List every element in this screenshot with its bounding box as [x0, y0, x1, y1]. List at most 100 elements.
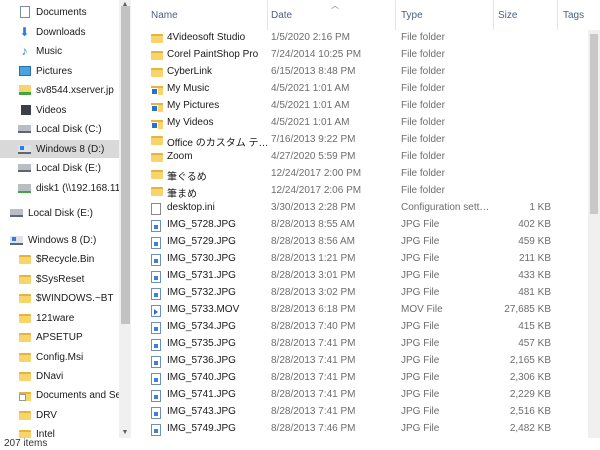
file-row[interactable]: IMG_5728.JPG 8/28/2013 8:55 AM JPG File 402…	[131, 217, 600, 234]
sidebar-item[interactable]: Local Disk (E:)	[0, 159, 119, 177]
sidebar-item-label: sv8544.xserver.jp	[36, 84, 114, 96]
column-tags[interactable]: Tags	[563, 10, 584, 21]
file-size: 27,685 KB	[504, 304, 551, 315]
file-row[interactable]: IMG_5729.JPG 8/28/2013 8:56 AM JPG File 459…	[131, 234, 600, 251]
file-type: Configuration sett…	[401, 202, 490, 213]
file-size: 481 KB	[518, 287, 551, 298]
file-type: JPG File	[401, 270, 440, 281]
sidebar-item-label: DRV	[36, 409, 57, 421]
file-row[interactable]: 筆ぐるめ 12/24/2017 2:00 PM File folder	[131, 166, 600, 183]
file-row[interactable]: Zoom 4/27/2020 5:59 PM File folder	[131, 149, 600, 166]
column-type[interactable]: Type	[401, 10, 423, 21]
folder-icon	[151, 169, 163, 180]
sidebar-item[interactable]: sv8544.xserver.jp	[0, 81, 119, 99]
file-row[interactable]: 筆まめ 12/24/2017 2:06 PM File folder	[131, 183, 600, 200]
column-divider[interactable]	[395, 0, 396, 30]
file-row[interactable]: IMG_5734.JPG 8/28/2013 7:40 PM JPG File 415…	[131, 319, 600, 336]
sidebar-item[interactable]: Pictures	[0, 62, 119, 80]
sidebar-item[interactable]: 121ware	[0, 309, 119, 327]
sidebar-item-label: Intel	[36, 428, 55, 439]
file-row[interactable]: IMG_5730.JPG 8/28/2013 1:21 PM JPG File 211…	[131, 251, 600, 268]
file-row[interactable]: IMG_5732.JPG 8/28/2013 3:02 PM JPG File 481…	[131, 285, 600, 302]
sidebar-item[interactable]: APSETUP	[0, 328, 119, 346]
file-row[interactable]: CyberLink 6/15/2013 8:48 PM File folder	[131, 64, 600, 81]
sidebar-item[interactable]: Local Disk (C:)	[0, 120, 119, 138]
sidebar-item[interactable]: Local Disk (E:)	[0, 204, 119, 222]
sidebar-item[interactable]: Windows 8 (D:)	[0, 140, 119, 158]
sidebar-item[interactable]: $WINDOWS.~BT	[0, 289, 119, 307]
file-name: CyberLink	[167, 66, 213, 77]
file-row[interactable]: My Music 4/5/2021 1:01 AM File folder	[131, 81, 600, 98]
file-row[interactable]: desktop.ini 3/30/2013 2:28 PM Configuratio…	[131, 200, 600, 217]
sidebar-item-label: DNavi	[36, 370, 64, 382]
image-file-icon	[151, 237, 163, 249]
column-size[interactable]: Size	[498, 10, 517, 21]
sidebar-scroll-down-icon[interactable]: ▼	[119, 428, 131, 438]
sidebar-item[interactable]: Windows 8 (D:)	[0, 231, 119, 249]
sidebar-item[interactable]: $Recycle.Bin	[0, 250, 119, 268]
sidebar-item-label: 121ware	[36, 312, 75, 324]
folder-icon	[18, 273, 31, 285]
sidebar-item-label: Pictures	[36, 65, 73, 77]
file-type: File folder	[401, 66, 445, 77]
file-name: IMG_5729.JPG	[167, 236, 236, 247]
file-type: JPG File	[401, 236, 440, 247]
file-row[interactable]: IMG_5743.JPG 8/28/2013 7:41 PM JPG File 2,5…	[131, 404, 600, 421]
file-date: 8/28/2013 6:18 PM	[271, 304, 356, 315]
file-type: JPG File	[401, 423, 440, 434]
file-row[interactable]: IMG_5749.JPG 8/28/2013 7:46 PM JPG File 2,4…	[131, 421, 600, 438]
file-type: JPG File	[401, 219, 440, 230]
column-divider[interactable]	[493, 0, 494, 30]
file-row[interactable]: IMG_5741.JPG 8/28/2013 7:41 PM JPG File 2,2…	[131, 387, 600, 404]
sidebar-item[interactable]: DNavi	[0, 367, 119, 385]
image-file-icon	[151, 288, 163, 300]
column-date[interactable]: Date	[271, 10, 292, 21]
file-list-scrollbar-thumb[interactable]	[590, 34, 598, 214]
file-date: 8/28/2013 8:55 AM	[271, 219, 355, 230]
file-name: My Videos	[167, 117, 214, 128]
folder-icon	[151, 50, 163, 61]
sidebar-item[interactable]: ⬇ Downloads	[0, 23, 119, 41]
file-type: File folder	[401, 185, 445, 196]
file-row[interactable]: IMG_5736.JPG 8/28/2013 7:41 PM JPG File 2,1…	[131, 353, 600, 370]
file-name: IMG_5743.JPG	[167, 406, 236, 417]
file-size: 211 KB	[518, 253, 551, 264]
folder-icon	[18, 351, 31, 363]
file-row[interactable]: 4Videosoft Studio 1/5/2020 2:16 PM File fo…	[131, 30, 600, 47]
file-row[interactable]: IMG_5733.MOV 8/28/2013 6:18 PM MOV File 27,…	[131, 302, 600, 319]
sidebar-item[interactable]: Config.Msi	[0, 348, 119, 366]
sidebar-item[interactable]: Intel	[0, 425, 119, 438]
file-date: 8/28/2013 3:01 PM	[271, 270, 356, 281]
file-row[interactable]: Corel PaintShop Pro 7/24/2014 10:25 PM Fil…	[131, 47, 600, 64]
sidebar-item-label: Windows 8 (D:)	[36, 143, 105, 155]
column-name[interactable]: Name	[151, 10, 178, 21]
file-size: 2,482 KB	[509, 423, 551, 434]
sidebar-item[interactable]: Documents and Sett	[0, 386, 119, 404]
sidebar-item[interactable]: Videos	[0, 101, 119, 119]
file-size: 2,516 KB	[509, 406, 551, 417]
file-name: IMG_5734.JPG	[167, 321, 236, 332]
file-row[interactable]: IMG_5740.JPG 8/28/2013 7:41 PM JPG File 2,3…	[131, 370, 600, 387]
sidebar-item-label: $Recycle.Bin	[36, 253, 95, 265]
column-divider[interactable]	[267, 0, 268, 30]
column-divider[interactable]	[557, 0, 558, 30]
settings-file-icon	[151, 203, 163, 215]
sidebar-item[interactable]: DRV	[0, 406, 119, 424]
sidebar-item[interactable]: $SysReset	[0, 270, 119, 288]
file-date: 1/5/2020 2:16 PM	[271, 32, 350, 43]
sidebar-scrollbar-thumb[interactable]	[121, 6, 130, 324]
sidebar-item[interactable]: ♪ Music	[0, 42, 119, 60]
file-row[interactable]: IMG_5735.JPG 8/28/2013 7:41 PM JPG File 457…	[131, 336, 600, 353]
sidebar-item-label: Config.Msi	[36, 351, 84, 363]
folder-icon	[18, 253, 31, 265]
file-row[interactable]: Office のカスタム テ… 7/16/2013 9:22 PM File fol…	[131, 132, 600, 149]
file-row[interactable]: My Videos 4/5/2021 1:01 AM File folder	[131, 115, 600, 132]
sidebar-item[interactable]: Documents	[0, 3, 119, 21]
file-row[interactable]: IMG_5731.JPG 8/28/2013 3:01 PM JPG File 433…	[131, 268, 600, 285]
file-date: 4/5/2021 1:01 AM	[271, 100, 350, 111]
file-date: 4/5/2021 1:01 AM	[271, 117, 350, 128]
special-folder-icon	[151, 84, 163, 95]
file-date: 8/28/2013 7:41 PM	[271, 372, 356, 383]
sidebar-item[interactable]: disk1 (\\192.168.11.2	[0, 179, 119, 197]
file-row[interactable]: My Pictures 4/5/2021 1:01 AM File folder	[131, 98, 600, 115]
